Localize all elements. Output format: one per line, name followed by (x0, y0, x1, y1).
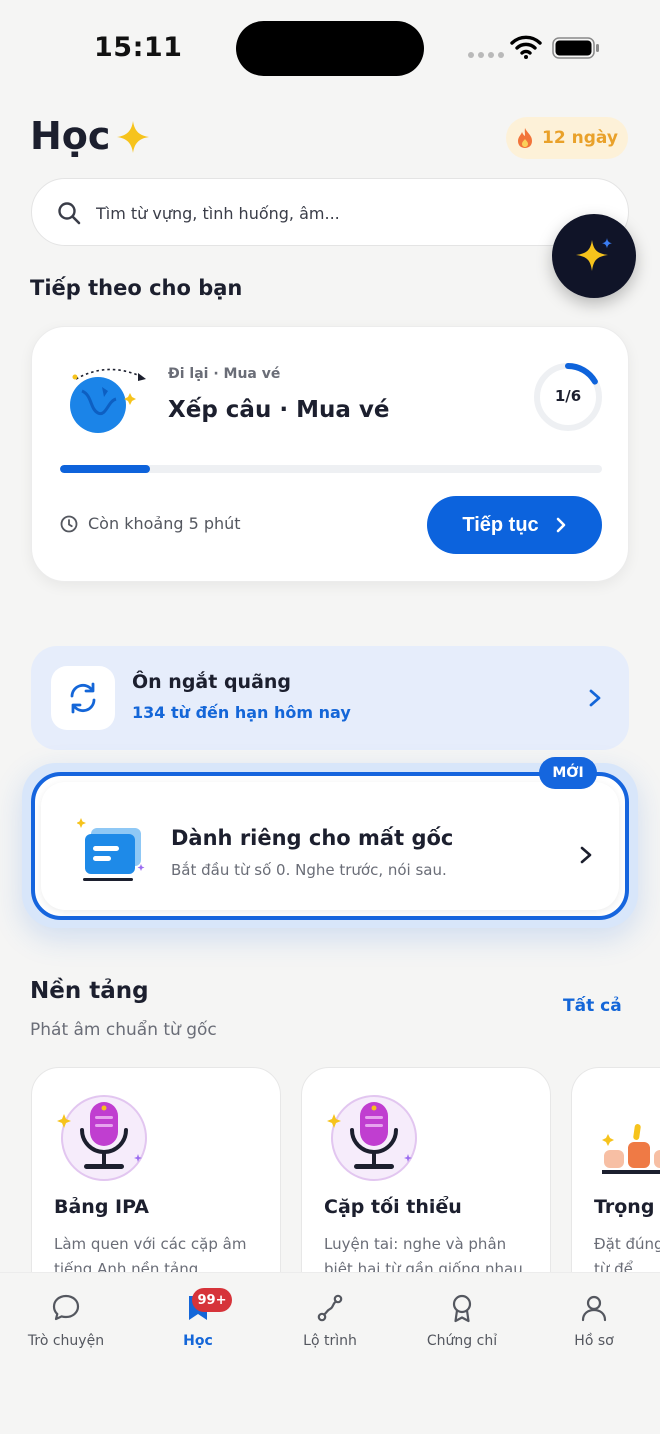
chevron-right-icon (580, 846, 592, 864)
foundation-card-stress[interactable]: Trọng â Đặt đúng từ để ngh (571, 1067, 660, 1307)
sparkle-icon (117, 121, 149, 153)
chevron-right-icon (589, 689, 601, 707)
status-bar: 15:11 (0, 0, 660, 96)
dynamic-island (236, 21, 424, 76)
tab-roadmap[interactable]: Lộ trình (280, 1293, 380, 1363)
wifi-icon (510, 35, 542, 59)
microphone-icon (57, 1095, 147, 1181)
beginner-card[interactable]: Dành riêng cho mất gốc Bắt đầu từ số 0. … (31, 772, 629, 920)
continue-button[interactable]: Tiếp tục (427, 496, 602, 554)
search-input[interactable] (96, 199, 536, 227)
chat-icon (52, 1294, 80, 1321)
review-title: Ôn ngắt quãng (132, 671, 292, 693)
search-icon (58, 202, 81, 225)
continue-label: Tiếp tục (462, 513, 539, 536)
tab-label: Học (183, 1333, 213, 1349)
streak-text: 12 ngày (542, 128, 618, 148)
lesson-progress-fill (60, 465, 151, 473)
see-all-link[interactable]: Tất cả (563, 996, 622, 1016)
flashcards-icon (77, 818, 145, 881)
cellular-signal-icon (468, 52, 504, 58)
tab-label: Hồ sơ (574, 1333, 614, 1349)
route-icon (317, 1294, 343, 1322)
tab-certificates[interactable]: Chứng chỉ (412, 1293, 512, 1363)
streak-badge[interactable]: 12 ngày (506, 117, 628, 159)
clock-icon (60, 515, 78, 533)
status-time: 15:11 (94, 32, 183, 63)
foundation-card-title: Bảng IPA (54, 1196, 149, 1218)
profile-icon (581, 1295, 607, 1322)
review-subtitle: 134 từ đến hạn hôm nay (132, 703, 351, 722)
stress-bars-icon (602, 1124, 660, 1174)
lesson-illustration-icon (70, 368, 146, 433)
foundation-subtitle: Phát âm chuẩn từ gốc (30, 1020, 217, 1040)
fire-icon (518, 128, 533, 148)
next-section-heading: Tiếp theo cho bạn (30, 276, 243, 300)
foundation-card-title: Trọng â (594, 1196, 660, 1218)
tab-chat[interactable]: Trò chuyện (16, 1293, 116, 1363)
ai-assistant-button[interactable] (552, 214, 636, 298)
notification-badge: 99+ (192, 1288, 232, 1312)
microphone-icon (327, 1095, 417, 1181)
foundation-card-minimal-pairs[interactable]: Cặp tối thiểu Luyện tai: nghe và phân bi… (301, 1067, 551, 1307)
foundation-heading: Nền tảng (30, 978, 149, 1004)
lesson-category: Đi lại · Mua vé (168, 366, 281, 382)
search-bar[interactable] (31, 178, 629, 246)
refresh-icon (70, 682, 96, 714)
new-badge: MỚI (539, 757, 597, 789)
foundation-card-ipa[interactable]: Bảng IPA Làm quen với các cặp âm tiếng A… (31, 1067, 281, 1307)
beginner-subtitle: Bắt đầu từ số 0. Nghe trước, nói sau. (171, 861, 447, 879)
tab-label: Trò chuyện (27, 1333, 105, 1349)
chevron-right-icon (556, 517, 565, 533)
next-lesson-card[interactable]: Đi lại · Mua vé Xếp câu · Mua vé 1/6 Còn… (31, 326, 629, 582)
tab-label: Lộ trình (303, 1333, 357, 1349)
beginner-card-inner: Dành riêng cho mất gốc Bắt đầu từ số 0. … (41, 782, 619, 910)
lesson-title: Xếp câu · Mua vé (168, 397, 390, 423)
tab-label: Chứng chỉ (426, 1333, 498, 1349)
page-title: Học (30, 114, 111, 158)
progress-ring-label: 1/6 (554, 387, 582, 405)
beginner-title: Dành riêng cho mất gốc (171, 826, 454, 850)
tab-profile[interactable]: Hồ sơ (544, 1293, 644, 1363)
time-left-text: Còn khoảng 5 phút (88, 514, 241, 533)
spaced-review-card[interactable]: Ôn ngắt quãng 134 từ đến hạn hôm nay (31, 646, 629, 750)
foundation-card-title: Cặp tối thiểu (324, 1196, 462, 1218)
review-icon-box (51, 666, 115, 730)
bottom-tab-bar: Trò chuyện Học Lộ trình Chứng chỉ Hồ sơ (0, 1272, 660, 1434)
award-icon (452, 1294, 472, 1323)
sparkles-icon (576, 238, 612, 271)
battery-icon (552, 37, 599, 59)
lesson-progress-bar (60, 465, 602, 473)
